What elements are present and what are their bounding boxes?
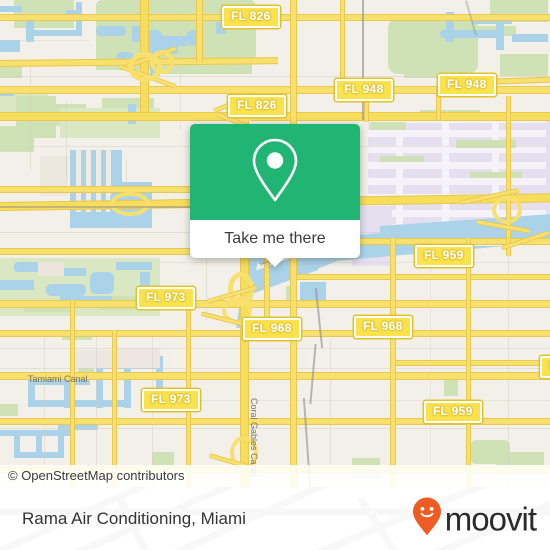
moovit-brand[interactable]: moovit [412,496,537,541]
map-pin-icon [248,136,302,209]
map-screenshot: FL 826 FL 826 FL 948 FL 948 FL 959 FL 973 FL 9… [0,0,550,550]
take-me-there-button[interactable]: Take me there [190,220,360,258]
footer-bar: Rama Air Conditioning, Miami moovit [0,487,550,550]
take-me-there-label: Take me there [224,230,326,247]
place-title: Rama Air Conditioning, Miami [22,508,246,528]
moovit-wordmark: moovit [444,500,537,537]
map-place-label: Tamiami Canal [28,374,88,384]
card-pointer-tail [265,257,285,267]
moovit-smiley-pin-icon [412,496,442,541]
take-me-there-card[interactable]: Take me there [190,124,360,267]
card-icon-area [190,124,360,220]
map-attribution: © OpenStreetMap contributors [0,465,550,487]
